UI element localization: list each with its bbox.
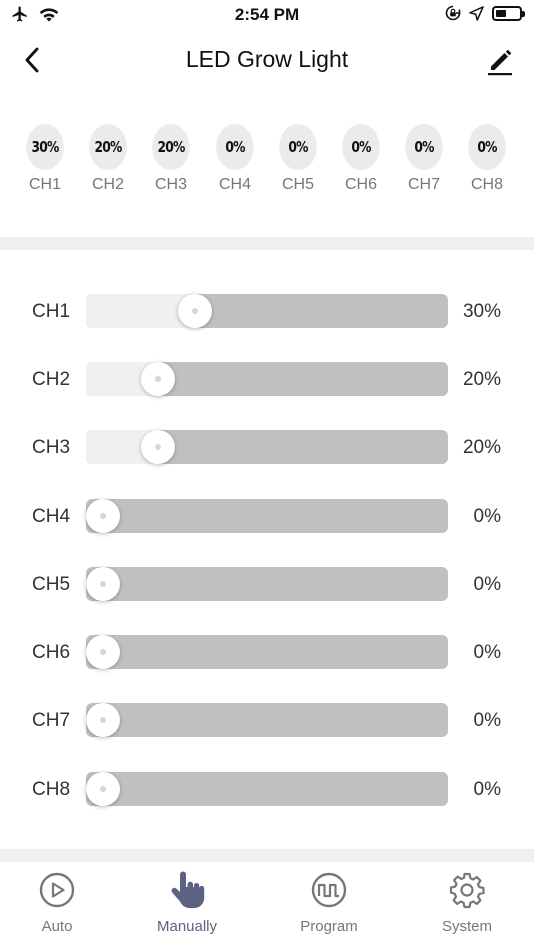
tab-label: Auto [41, 918, 73, 935]
summary-item-ch1: 30% CH1 [15, 124, 75, 194]
section-divider [0, 237, 534, 250]
slider-row-ch7: CH7 0% [0, 701, 534, 741]
summary-label: CH1 [28, 176, 61, 193]
slider-label: CH8 [32, 779, 71, 800]
summary-value: 20% [89, 124, 127, 170]
brightness-slider-ch8[interactable] [86, 772, 448, 806]
summary-value: 20% [152, 124, 190, 170]
location-icon [469, 5, 484, 21]
summary-label: CH7 [407, 176, 440, 193]
summary-value: 0% [342, 124, 380, 170]
slider-thumb[interactable] [86, 703, 120, 737]
slider-label: CH7 [32, 710, 71, 731]
slider-thumb[interactable] [86, 772, 120, 806]
slider-thumb[interactable] [86, 567, 120, 601]
summary-item-ch3: 20% CH3 [141, 124, 201, 194]
slider-label: CH2 [32, 369, 71, 390]
back-button[interactable] [16, 44, 48, 76]
summary-label: CH5 [281, 176, 314, 193]
page-title: LED Grow Light [185, 46, 349, 72]
waveform-circle-icon [309, 870, 349, 910]
summary-item-ch7: 0% CH7 [394, 124, 454, 194]
summary-label: CH3 [154, 176, 187, 193]
nav-header: LED Grow Light [0, 32, 534, 90]
section-divider [0, 849, 534, 862]
slider-row-ch5: CH5 0% [0, 565, 534, 605]
tab-label: Manually [156, 918, 218, 935]
brightness-slider-ch6[interactable] [86, 635, 448, 669]
edit-button[interactable] [484, 44, 516, 78]
summary-value: 0% [468, 124, 506, 170]
slider-thumb[interactable] [177, 294, 212, 328]
status-bar: 2:54 PM [0, 0, 534, 32]
summary-item-ch5: 0% CH5 [268, 124, 328, 194]
pencil-icon [488, 49, 512, 76]
summary-label: CH2 [91, 176, 124, 193]
slider-row-ch4: CH4 0% [0, 497, 534, 537]
slider-value: 0% [473, 574, 501, 595]
slider-value: 30% [462, 301, 501, 322]
slider-thumb[interactable] [141, 430, 176, 464]
summary-item-ch6: 0% CH6 [331, 124, 391, 194]
slider-label: CH4 [32, 506, 71, 527]
summary-value: 0% [405, 124, 443, 170]
summary-item-ch2: 20% CH2 [78, 124, 138, 194]
slider-value: 0% [473, 506, 501, 527]
slider-value: 0% [473, 710, 501, 731]
slider-value: 20% [462, 437, 501, 458]
slider-label: CH3 [32, 437, 71, 458]
slider-row-ch2: CH2 20% [0, 360, 534, 400]
summary-value: 30% [26, 124, 64, 170]
channel-summary: 30% CH1 20% CH2 20% CH3 0% CH4 0% CH5 0%… [0, 124, 534, 204]
slider-row-ch8: CH8 0% [0, 770, 534, 810]
orientation-lock-icon [445, 5, 461, 21]
chevron-left-icon [25, 47, 39, 73]
hand-pointer-icon [167, 870, 207, 910]
tab-label: Program [300, 918, 358, 935]
slider-value: 0% [473, 642, 501, 663]
tab-program[interactable]: Program [274, 870, 384, 935]
slider-row-ch3: CH3 20% [0, 428, 534, 468]
slider-thumb[interactable] [86, 635, 120, 669]
status-right [445, 5, 525, 21]
summary-label: CH6 [344, 176, 377, 193]
tab-system[interactable]: System [412, 870, 522, 935]
slider-thumb[interactable] [86, 499, 120, 533]
slider-row-ch6: CH6 0% [0, 633, 534, 673]
slider-value: 20% [462, 369, 501, 390]
brightness-slider-ch7[interactable] [86, 703, 448, 737]
slider-label: CH5 [32, 574, 71, 595]
brightness-slider-ch2[interactable] [86, 362, 448, 396]
slider-row-ch1: CH1 30% [0, 292, 534, 332]
brightness-slider-ch4[interactable] [86, 499, 448, 533]
summary-value: 0% [216, 124, 254, 170]
brightness-slider-ch5[interactable] [86, 567, 448, 601]
brightness-slider-ch3[interactable] [86, 430, 448, 464]
summary-item-ch4: 0% CH4 [205, 124, 265, 194]
summary-label: CH4 [218, 176, 251, 193]
slider-value: 0% [473, 779, 501, 800]
battery-icon [492, 5, 525, 21]
battery-level [496, 9, 506, 17]
brightness-slider-ch1[interactable] [86, 294, 448, 328]
summary-label: CH8 [470, 176, 503, 193]
tab-label: System [441, 918, 492, 935]
bottom-tab-bar: Auto Manually Program System [0, 862, 534, 950]
play-circle-icon [37, 870, 77, 910]
summary-value: 0% [279, 124, 317, 170]
slider-thumb[interactable] [141, 362, 176, 396]
tab-manually[interactable]: Manually [132, 870, 242, 935]
slider-label: CH6 [32, 642, 71, 663]
tab-auto[interactable]: Auto [2, 870, 112, 935]
slider-label: CH1 [32, 301, 71, 322]
gear-icon [447, 870, 487, 910]
summary-item-ch8: 0% CH8 [457, 124, 517, 194]
